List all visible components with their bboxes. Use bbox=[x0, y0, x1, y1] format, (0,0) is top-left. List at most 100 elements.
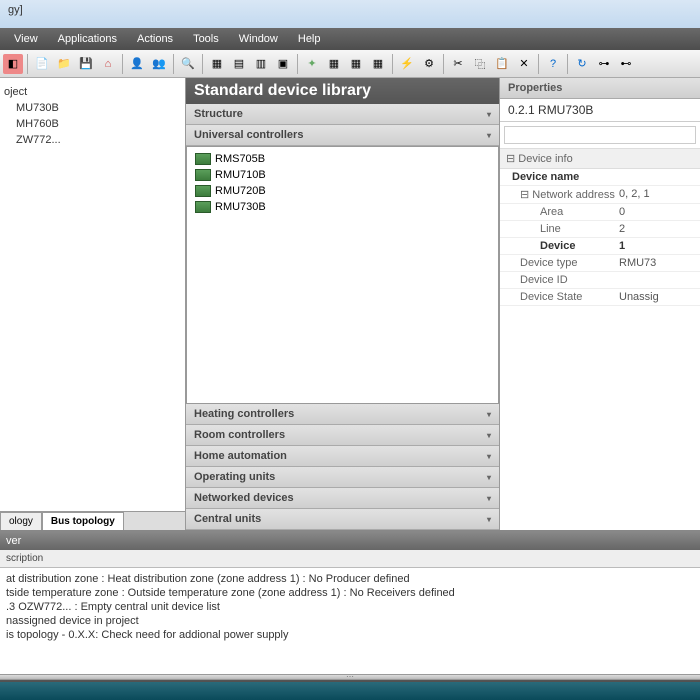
section-universal-controllers[interactable]: Universal controllers▾ bbox=[186, 125, 499, 146]
tree-item[interactable]: ZW772... bbox=[4, 132, 181, 148]
prop-section-device-info[interactable]: ⊟ Device info bbox=[500, 148, 700, 169]
device-icon bbox=[195, 169, 211, 181]
chevron-down-icon: ▾ bbox=[487, 515, 491, 524]
menu-help[interactable]: Help bbox=[288, 30, 331, 48]
delete-icon[interactable]: ✕ bbox=[514, 54, 534, 74]
log-area[interactable]: at distribution zone : Heat distribution… bbox=[0, 568, 700, 674]
prop-value[interactable]: 0, 2, 1 bbox=[615, 188, 700, 201]
prop-value[interactable] bbox=[615, 171, 700, 183]
menu-bar: View Applications Actions Tools Window H… bbox=[0, 28, 700, 50]
chevron-down-icon: ▾ bbox=[487, 494, 491, 503]
chevron-down-icon: ▾ bbox=[487, 110, 491, 119]
prop-key: Device type bbox=[500, 257, 615, 269]
section-label: Room controllers bbox=[194, 429, 285, 441]
tool-icon[interactable]: ▥ bbox=[251, 54, 271, 74]
section-operating-units[interactable]: Operating units▾ bbox=[186, 467, 499, 488]
cut-icon[interactable]: ✂ bbox=[448, 54, 468, 74]
log-line: nassigned device in project bbox=[6, 614, 694, 628]
tool-icon[interactable]: ▤ bbox=[229, 54, 249, 74]
tool-icon[interactable]: ▦ bbox=[324, 54, 344, 74]
prop-key: Device State bbox=[500, 291, 615, 303]
prop-value: Unassig bbox=[615, 291, 700, 303]
tool-icon[interactable]: 💾 bbox=[76, 54, 96, 74]
title-text: gy] bbox=[8, 4, 23, 16]
device-label: RMU710B bbox=[215, 169, 266, 181]
chevron-down-icon: ▾ bbox=[487, 431, 491, 440]
section-label: Central units bbox=[194, 513, 261, 525]
refresh-icon[interactable]: ↻ bbox=[572, 54, 592, 74]
tool-icon[interactable]: 📄 bbox=[32, 54, 52, 74]
section-heating[interactable]: Heating controllers ▾ bbox=[186, 404, 499, 425]
section-home-automation[interactable]: Home automation▾ bbox=[186, 446, 499, 467]
menu-window[interactable]: Window bbox=[229, 30, 288, 48]
copy-icon[interactable]: ⿻ bbox=[470, 54, 490, 74]
prop-key: Device bbox=[500, 240, 615, 252]
tab-topology[interactable]: ology bbox=[0, 512, 42, 530]
os-taskbar[interactable] bbox=[0, 682, 700, 700]
prop-key: ⊟ Network address bbox=[500, 188, 615, 201]
section-central-units[interactable]: Central units ▾ bbox=[186, 509, 499, 530]
device-item[interactable]: RMU730B bbox=[191, 199, 494, 215]
section-networked[interactable]: Networked devices ▾ bbox=[186, 488, 499, 509]
device-label: RMU720B bbox=[215, 185, 266, 197]
prop-key: Area bbox=[500, 206, 615, 218]
tool-icon[interactable]: ▣ bbox=[273, 54, 293, 74]
tool-icon[interactable]: ✦ bbox=[302, 54, 322, 74]
tree-tabs: ology Bus topology bbox=[0, 511, 185, 530]
prop-value bbox=[615, 274, 700, 286]
library-header: Standard device library bbox=[186, 78, 499, 104]
section-structure[interactable]: Structure ▾ bbox=[186, 104, 499, 125]
tab-bus-topology[interactable]: Bus topology bbox=[42, 512, 124, 530]
tool-icon[interactable]: 👥 bbox=[149, 54, 169, 74]
device-label: RMU730B bbox=[215, 201, 266, 213]
paste-icon[interactable]: 📋 bbox=[492, 54, 512, 74]
tool-icon[interactable]: ⌂ bbox=[98, 54, 118, 74]
tree-root[interactable]: oject bbox=[4, 84, 181, 100]
device-item[interactable]: RMU710B bbox=[191, 167, 494, 183]
device-library-pane: Standard device library Structure ▾ Unive… bbox=[186, 78, 500, 530]
project-tree[interactable]: oject MU730B MH760B ZW772... bbox=[0, 78, 185, 511]
tool-icon[interactable]: ▦ bbox=[207, 54, 227, 74]
tool-icon[interactable]: 👤 bbox=[127, 54, 147, 74]
main-area: oject MU730B MH760B ZW772... ology Bus t… bbox=[0, 78, 700, 530]
tool-icon[interactable]: ▦ bbox=[346, 54, 366, 74]
tool-icon[interactable]: ⚡ bbox=[397, 54, 417, 74]
chevron-down-icon: ▾ bbox=[487, 131, 491, 140]
help-icon[interactable]: ? bbox=[543, 54, 563, 74]
menu-tools[interactable]: Tools bbox=[183, 30, 229, 48]
properties-search[interactable] bbox=[504, 126, 696, 144]
section-label: Structure bbox=[194, 108, 243, 120]
tool-icon[interactable]: ⊷ bbox=[616, 54, 636, 74]
menu-applications[interactable]: Applications bbox=[48, 30, 127, 48]
tool-icon[interactable]: 🔍 bbox=[178, 54, 198, 74]
device-item[interactable]: RMS705B bbox=[191, 151, 494, 167]
section-label: Heating controllers bbox=[194, 408, 294, 420]
tree-item[interactable]: MH760B bbox=[4, 116, 181, 132]
prop-value[interactable]: 0 bbox=[615, 206, 700, 218]
tool-icon[interactable]: ⊶ bbox=[594, 54, 614, 74]
properties-grid: ⊟ Device info Device name ⊟ Network addr… bbox=[500, 148, 700, 530]
tool-icon[interactable]: ◧ bbox=[3, 54, 23, 74]
section-label: Home automation bbox=[194, 450, 287, 462]
chevron-down-icon: ▾ bbox=[487, 410, 491, 419]
tool-icon[interactable]: ⚙ bbox=[419, 54, 439, 74]
log-line: at distribution zone : Heat distribution… bbox=[6, 572, 694, 586]
device-label: RMS705B bbox=[215, 153, 265, 165]
menu-view[interactable]: View bbox=[4, 30, 48, 48]
tree-item[interactable]: MU730B bbox=[4, 100, 181, 116]
section-label: Operating units bbox=[194, 471, 275, 483]
properties-device-path: 0.2.1 RMU730B bbox=[500, 99, 700, 122]
prop-value[interactable]: 2 bbox=[615, 223, 700, 235]
properties-header: Properties bbox=[500, 78, 700, 99]
menu-actions[interactable]: Actions bbox=[127, 30, 183, 48]
tool-icon[interactable]: ▦ bbox=[368, 54, 388, 74]
device-item[interactable]: RMU720B bbox=[191, 183, 494, 199]
tool-icon[interactable]: 📁 bbox=[54, 54, 74, 74]
section-room[interactable]: Room controllers ▾ bbox=[186, 425, 499, 446]
prop-value[interactable]: 1 bbox=[615, 240, 700, 252]
log-line: tside temperature zone : Outside tempera… bbox=[6, 586, 694, 600]
toolbar: ◧ 📄 📁 💾 ⌂ 👤 👥 🔍 ▦ ▤ ▥ ▣ ✦ ▦ ▦ ▦ ⚡ ⚙ ✂ ⿻ … bbox=[0, 50, 700, 78]
section-label: Networked devices bbox=[194, 492, 294, 504]
device-list[interactable]: RMS705B RMU710B RMU720B RMU730B bbox=[186, 146, 499, 404]
device-icon bbox=[195, 201, 211, 213]
